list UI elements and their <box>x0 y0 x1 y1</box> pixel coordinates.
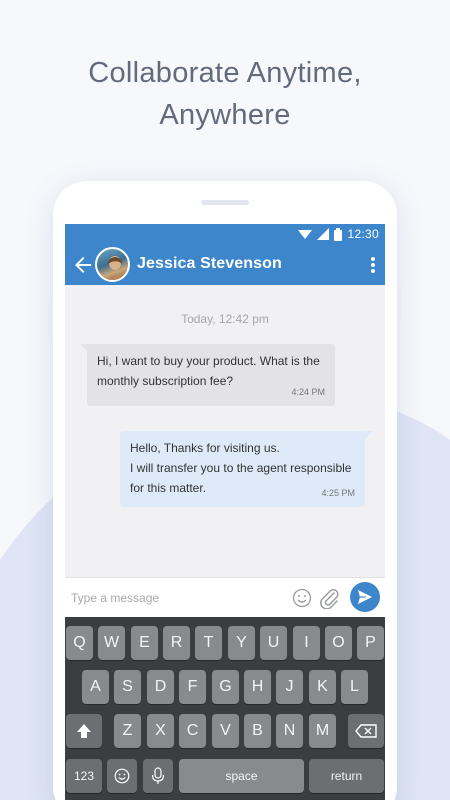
phone-mockup: 12:30 Jessica Stevenson Today, 12:42 pm … <box>49 181 401 800</box>
more-vertical-icon[interactable] <box>365 253 381 277</box>
arrow-left-icon[interactable] <box>71 253 95 277</box>
key-o[interactable]: O <box>325 626 352 660</box>
phone-side-button-right <box>397 281 401 321</box>
chat-header: Jessica Stevenson <box>65 244 385 285</box>
chat-messages[interactable]: Today, 12:42 pm Hi, I want to buy your p… <box>65 285 385 577</box>
key-c[interactable]: C <box>179 714 206 748</box>
keyboard: Q W E R T Y U I O P A S D F G H J K L Z … <box>65 617 385 800</box>
key-b[interactable]: B <box>244 714 271 748</box>
avatar-photo <box>107 256 123 280</box>
status-bar: 12:30 <box>65 224 385 244</box>
signal-icon <box>317 228 330 240</box>
key-y[interactable]: Y <box>228 626 255 660</box>
message-text-line: I will transfer you to the agent respons… <box>130 461 352 475</box>
key-u[interactable]: U <box>260 626 287 660</box>
key-h[interactable]: H <box>244 670 271 704</box>
message-composer <box>65 577 385 617</box>
key-a[interactable]: A <box>82 670 109 704</box>
space-key[interactable]: space <box>179 759 304 793</box>
return-key[interactable]: return <box>309 759 384 793</box>
emoji-icon[interactable] <box>292 588 312 608</box>
emoji-key[interactable] <box>107 759 137 793</box>
key-m[interactable]: M <box>309 714 336 748</box>
battery-icon <box>334 227 343 241</box>
send-icon <box>358 590 372 604</box>
key-v[interactable]: V <box>212 714 239 748</box>
contact-name[interactable]: Jessica Stevenson <box>137 255 282 273</box>
key-t[interactable]: T <box>195 626 222 660</box>
headline: Collaborate Anytime, Anywhere <box>0 52 450 136</box>
message-outgoing[interactable]: Hello, Thanks for visiting us. I will tr… <box>120 431 365 507</box>
phone-screen: 12:30 Jessica Stevenson Today, 12:42 pm … <box>65 224 385 800</box>
headline-line-2: Anywhere <box>159 99 291 131</box>
key-f[interactable]: F <box>179 670 206 704</box>
key-e[interactable]: E <box>131 626 158 660</box>
key-i[interactable]: I <box>293 626 320 660</box>
key-z[interactable]: Z <box>114 714 141 748</box>
backspace-icon <box>355 724 377 738</box>
key-r[interactable]: R <box>163 626 190 660</box>
send-button[interactable] <box>350 582 380 612</box>
wifi-icon <box>298 230 313 239</box>
key-l[interactable]: L <box>341 670 368 704</box>
message-timestamp: 4:24 PM <box>291 387 325 397</box>
key-w[interactable]: W <box>98 626 125 660</box>
key-n[interactable]: N <box>276 714 303 748</box>
message-incoming[interactable]: Hi, I want to buy your product. What is … <box>87 344 335 406</box>
numbers-key[interactable]: 123 <box>66 759 102 793</box>
microphone-icon <box>151 767 165 784</box>
date-separator: Today, 12:42 pm <box>181 312 269 326</box>
message-text-line: Hi, I want to buy your product. What is … <box>97 354 320 368</box>
outgoing-bubble-tail <box>365 431 373 439</box>
emoji-icon <box>114 768 130 784</box>
headline-line-1: Collaborate Anytime, <box>88 57 362 89</box>
phone-side-button-left <box>49 301 53 341</box>
key-j[interactable]: J <box>276 670 303 704</box>
key-q[interactable]: Q <box>66 626 93 660</box>
shift-key[interactable] <box>66 714 102 748</box>
paperclip-icon[interactable] <box>318 587 340 609</box>
key-x[interactable]: X <box>147 714 174 748</box>
key-k[interactable]: K <box>309 670 336 704</box>
message-text-line: Hello, Thanks for visiting us. <box>130 441 280 455</box>
message-input[interactable] <box>71 584 289 612</box>
backspace-key[interactable] <box>348 714 384 748</box>
key-p[interactable]: P <box>357 626 384 660</box>
status-time: 12:30 <box>347 227 379 241</box>
microphone-key[interactable] <box>143 759 173 793</box>
phone-speaker <box>201 200 249 205</box>
key-s[interactable]: S <box>114 670 141 704</box>
contact-avatar[interactable] <box>95 247 130 282</box>
key-g[interactable]: G <box>212 670 239 704</box>
message-timestamp: 4:25 PM <box>321 488 355 498</box>
shift-icon <box>77 724 91 738</box>
key-d[interactable]: D <box>147 670 174 704</box>
